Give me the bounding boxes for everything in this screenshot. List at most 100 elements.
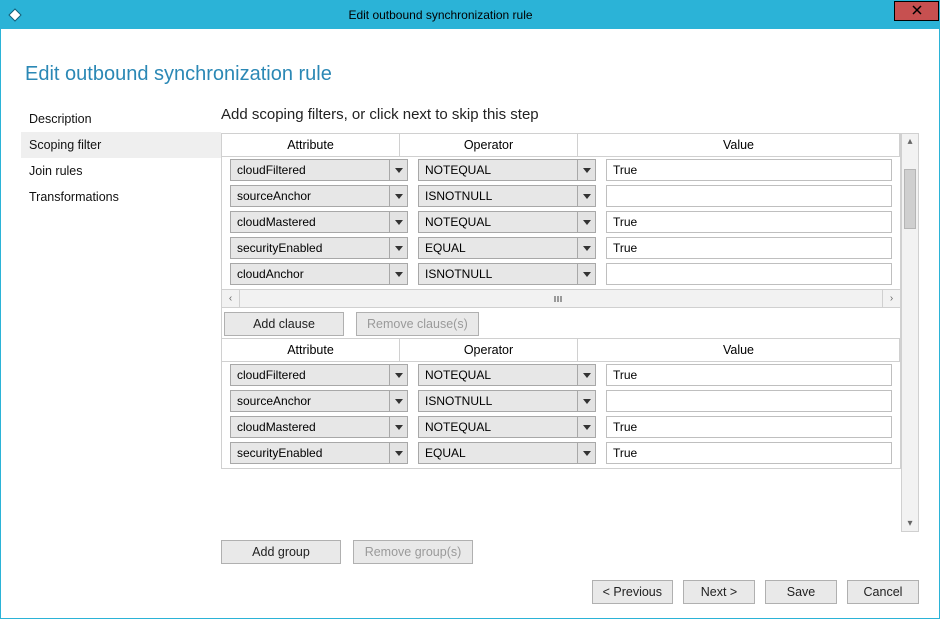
value-input[interactable]: True	[606, 159, 892, 181]
dropdown-text: NOTEQUAL	[419, 417, 577, 437]
operator-dropdown[interactable]: NOTEQUAL	[418, 364, 596, 386]
dropdown-text: cloudFiltered	[231, 160, 389, 180]
scroll-down-arrow[interactable]: ▾	[902, 516, 918, 531]
dropdown-text: ISNOTNULL	[419, 391, 577, 411]
col-header-value: Value	[578, 134, 900, 157]
chevron-down-icon[interactable]	[389, 186, 407, 206]
attribute-dropdown[interactable]: sourceAnchor	[230, 185, 408, 207]
chevron-down-icon[interactable]	[389, 365, 407, 385]
chevron-down-icon[interactable]	[577, 365, 595, 385]
filter-row: securityEnabled EQUAL True	[224, 237, 898, 259]
sidebar-item-transformations[interactable]: Transformations	[21, 184, 221, 210]
dropdown-text: NOTEQUAL	[419, 365, 577, 385]
attribute-dropdown[interactable]: cloudMastered	[230, 211, 408, 233]
value-input[interactable]: True	[606, 442, 892, 464]
filter-row: sourceAnchor ISNOTNULL	[224, 390, 898, 412]
scroll-track[interactable]	[904, 149, 916, 516]
chevron-down-icon[interactable]	[577, 391, 595, 411]
operator-dropdown[interactable]: ISNOTNULL	[418, 390, 596, 412]
groups-scroll-wrap: Attribute Operator Value cloudFiltered N…	[221, 133, 919, 532]
scroll-grip-icon	[554, 296, 568, 302]
value-input[interactable]: True	[606, 211, 892, 233]
chevron-down-icon[interactable]	[577, 443, 595, 463]
value-input[interactable]	[606, 263, 892, 285]
col-header-attribute: Attribute	[222, 339, 400, 362]
remove-groups-button[interactable]: Remove group(s)	[353, 540, 473, 564]
operator-dropdown[interactable]: ISNOTNULL	[418, 185, 596, 207]
grid-body: cloudFiltered NOTEQUAL True sourceAnchor…	[222, 362, 900, 464]
value-input[interactable]	[606, 185, 892, 207]
operator-dropdown[interactable]: EQUAL	[418, 237, 596, 259]
scroll-thumb[interactable]	[904, 169, 916, 229]
chevron-down-icon[interactable]	[389, 264, 407, 284]
chevron-down-icon[interactable]	[389, 160, 407, 180]
dropdown-text: cloudMastered	[231, 417, 389, 437]
chevron-down-icon[interactable]	[389, 391, 407, 411]
clause-buttons: Add clause Remove clause(s)	[222, 307, 900, 338]
operator-dropdown[interactable]: NOTEQUAL	[418, 159, 596, 181]
value-input[interactable]: True	[606, 364, 892, 386]
attribute-dropdown[interactable]: cloudMastered	[230, 416, 408, 438]
sidebar-item-description[interactable]: Description	[21, 106, 221, 132]
attribute-dropdown[interactable]: cloudFiltered	[230, 159, 408, 181]
filter-groups: Attribute Operator Value cloudFiltered N…	[221, 133, 901, 532]
operator-dropdown[interactable]: ISNOTNULL	[418, 263, 596, 285]
sidebar-item-scoping-filter[interactable]: Scoping filter	[21, 132, 221, 158]
cancel-button[interactable]: Cancel	[847, 580, 919, 604]
value-input[interactable]	[606, 390, 892, 412]
attribute-dropdown[interactable]: cloudAnchor	[230, 263, 408, 285]
filter-row: cloudFiltered NOTEQUAL True	[224, 364, 898, 386]
chevron-down-icon[interactable]	[577, 186, 595, 206]
vertical-scrollbar[interactable]: ▴ ▾	[901, 133, 919, 532]
close-button[interactable]	[894, 1, 939, 21]
chevron-down-icon[interactable]	[389, 417, 407, 437]
horizontal-scrollbar[interactable]: ‹ ›	[222, 289, 900, 307]
add-clause-button[interactable]: Add clause	[224, 312, 344, 336]
remove-clauses-button[interactable]: Remove clause(s)	[356, 312, 479, 336]
scroll-track[interactable]	[240, 290, 882, 307]
main-panel: Add scoping filters, or click next to sk…	[221, 106, 919, 604]
add-group-button[interactable]: Add group	[221, 540, 341, 564]
col-header-attribute: Attribute	[222, 134, 400, 157]
previous-button[interactable]: < Previous	[592, 580, 673, 604]
dropdown-text: securityEnabled	[231, 443, 389, 463]
dropdown-text: NOTEQUAL	[419, 212, 577, 232]
chevron-down-icon[interactable]	[389, 238, 407, 258]
chevron-down-icon[interactable]	[577, 417, 595, 437]
attribute-dropdown[interactable]: cloudFiltered	[230, 364, 408, 386]
dropdown-text: cloudMastered	[231, 212, 389, 232]
scroll-left-arrow[interactable]: ‹	[222, 290, 240, 307]
chevron-down-icon[interactable]	[577, 160, 595, 180]
save-button[interactable]: Save	[765, 580, 837, 604]
instruction-text: Add scoping filters, or click next to sk…	[221, 106, 919, 123]
dropdown-text: cloudFiltered	[231, 365, 389, 385]
chevron-down-icon[interactable]	[577, 238, 595, 258]
value-input[interactable]: True	[606, 416, 892, 438]
chevron-down-icon[interactable]	[389, 443, 407, 463]
filter-group: Attribute Operator Value cloudFiltered N…	[221, 339, 901, 469]
operator-dropdown[interactable]: EQUAL	[418, 442, 596, 464]
value-input[interactable]: True	[606, 237, 892, 259]
grid-body: cloudFiltered NOTEQUAL True sourceAnchor…	[222, 157, 900, 285]
chevron-down-icon[interactable]	[577, 212, 595, 232]
chevron-down-icon[interactable]	[389, 212, 407, 232]
filter-row: cloudAnchor ISNOTNULL	[224, 263, 898, 285]
sidebar-item-join-rules[interactable]: Join rules	[21, 158, 221, 184]
next-button[interactable]: Next >	[683, 580, 755, 604]
scroll-right-arrow[interactable]: ›	[882, 290, 900, 307]
chevron-down-icon[interactable]	[577, 264, 595, 284]
dropdown-text: EQUAL	[419, 238, 577, 258]
scroll-up-arrow[interactable]: ▴	[902, 134, 918, 149]
operator-dropdown[interactable]: NOTEQUAL	[418, 416, 596, 438]
app-window: Edit outbound synchronization rule Edit …	[0, 0, 940, 619]
dropdown-text: ISNOTNULL	[419, 264, 577, 284]
attribute-dropdown[interactable]: sourceAnchor	[230, 390, 408, 412]
filter-group: Attribute Operator Value cloudFiltered N…	[221, 133, 901, 339]
filter-row: cloudFiltered NOTEQUAL True	[224, 159, 898, 181]
attribute-dropdown[interactable]: securityEnabled	[230, 442, 408, 464]
group-buttons: Add group Remove group(s)	[221, 540, 919, 564]
dropdown-text: ISNOTNULL	[419, 186, 577, 206]
close-icon	[912, 4, 922, 18]
operator-dropdown[interactable]: NOTEQUAL	[418, 211, 596, 233]
attribute-dropdown[interactable]: securityEnabled	[230, 237, 408, 259]
